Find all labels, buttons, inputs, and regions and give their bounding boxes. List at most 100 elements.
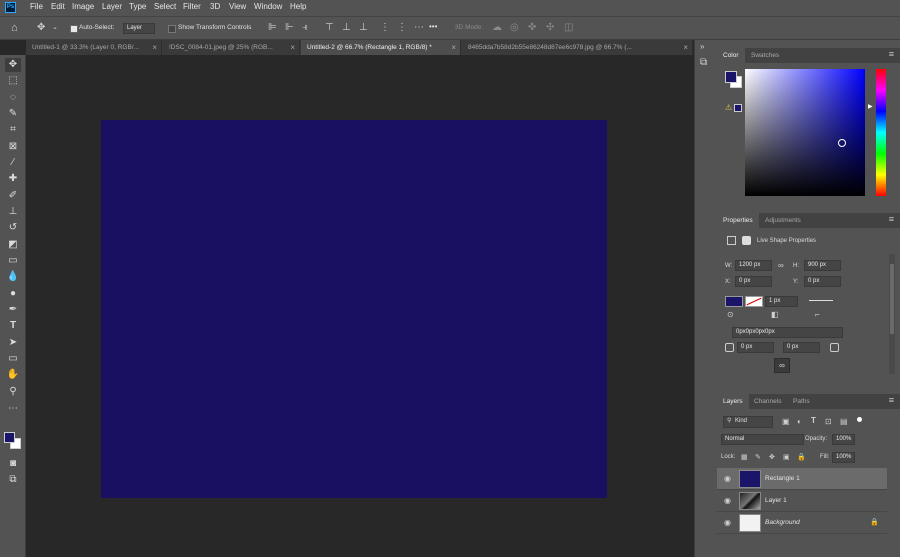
- auto-select-dropdown[interactable]: Layer: [123, 23, 155, 34]
- quick-select-tool-icon[interactable]: ✎: [5, 107, 21, 121]
- 3d-scale-icon[interactable]: ◫: [564, 23, 573, 33]
- lock-transparent-icon[interactable]: ▦: [741, 453, 748, 463]
- color-picker-ring[interactable]: [838, 139, 846, 147]
- filter-smart-icon[interactable]: ▤: [840, 417, 848, 427]
- panel-menu-icon[interactable]: ≡: [889, 395, 894, 405]
- y-field[interactable]: 0 px: [804, 276, 841, 287]
- gamut-warning-icon[interactable]: ⚠: [725, 103, 732, 112]
- more-tools-icon[interactable]: ⋯: [5, 402, 21, 416]
- healing-brush-icon[interactable]: ✚: [5, 172, 21, 186]
- history-brush-icon[interactable]: ↺: [5, 221, 21, 235]
- menu-3d[interactable]: 3D: [210, 2, 220, 11]
- lock-all-icon[interactable]: 🔒: [797, 453, 806, 463]
- zoom-tool-icon[interactable]: ⚲: [5, 385, 21, 399]
- frame-tool-icon[interactable]: ⊠: [5, 140, 21, 154]
- filter-pixel-icon[interactable]: ▣: [782, 417, 790, 427]
- lasso-tool-icon[interactable]: ◌: [5, 91, 21, 105]
- stroke-align-icon[interactable]: ⊙: [727, 310, 734, 320]
- distribute-vertical-icon[interactable]: ⋮: [397, 23, 407, 33]
- tab-paths[interactable]: Paths: [787, 394, 816, 409]
- tab-color[interactable]: Color: [717, 48, 745, 63]
- auto-select-checkbox[interactable]: [70, 25, 78, 33]
- align-middle-icon[interactable]: ⊥: [342, 23, 351, 33]
- panel-menu-icon[interactable]: ≡: [889, 49, 894, 59]
- eyedropper-tool-icon[interactable]: ⁄: [5, 156, 21, 170]
- tab-layers[interactable]: Layers: [717, 394, 749, 409]
- panel-menu-icon[interactable]: ≡: [889, 214, 894, 224]
- 3d-roll-icon[interactable]: ◎: [510, 23, 519, 33]
- lock-position-icon[interactable]: ✥: [769, 453, 775, 463]
- color-foreground-swatch[interactable]: [725, 71, 737, 83]
- hand-tool-icon[interactable]: ✋: [5, 368, 21, 382]
- height-field[interactable]: 900 px: [804, 260, 841, 271]
- close-icon[interactable]: ×: [451, 40, 456, 55]
- type-tool-icon[interactable]: T: [5, 319, 21, 333]
- blur-tool-icon[interactable]: 💧: [5, 270, 21, 284]
- color-field[interactable]: [745, 69, 865, 196]
- history-panel-icon[interactable]: ⧉: [700, 58, 707, 68]
- brush-tool-icon[interactable]: ✐: [5, 189, 21, 203]
- align-center-icon[interactable]: ⊩: [285, 23, 294, 33]
- scrollbar-thumb[interactable]: [890, 264, 894, 334]
- tab-untitled-1[interactable]: Untitled-1 @ 33.3% (Layer 0, RGB/... ×: [26, 40, 162, 55]
- fill-field[interactable]: 100%: [832, 452, 855, 463]
- stroke-type-dropdown[interactable]: [809, 300, 833, 301]
- websafe-swatch[interactable]: [734, 104, 742, 112]
- menu-select[interactable]: Select: [154, 2, 176, 11]
- align-right-icon[interactable]: ⫣: [302, 23, 308, 33]
- menu-window[interactable]: Window: [254, 2, 282, 11]
- visibility-eye-icon[interactable]: ◉: [724, 496, 731, 505]
- stroke-width-field[interactable]: 1 px: [765, 296, 798, 307]
- distribute-horizontal-icon[interactable]: ⋯: [414, 23, 424, 33]
- 3d-pan-icon[interactable]: ✜: [528, 23, 536, 33]
- menu-filter[interactable]: Filter: [183, 2, 201, 11]
- more-options-icon[interactable]: •••: [429, 22, 437, 31]
- radius-left-field[interactable]: 0 px: [737, 342, 774, 353]
- link-icon[interactable]: ∞: [778, 261, 784, 271]
- visibility-eye-icon[interactable]: ◉: [724, 518, 731, 527]
- gradient-tool-icon[interactable]: ▭: [5, 254, 21, 268]
- clone-stamp-icon[interactable]: ⊥: [5, 205, 21, 219]
- home-icon[interactable]: ⌂: [11, 23, 18, 34]
- 3d-slide-icon[interactable]: ✣: [546, 23, 554, 33]
- tab-untitled-2[interactable]: Untitled-2 @ 66.7% (Rectangle 1, RGB/8) …: [301, 40, 461, 55]
- tab-8465dda7[interactable]: 8465dda7b58d2b55e86248d87ee6c978.jpg @ 6…: [462, 40, 693, 55]
- pen-tool-icon[interactable]: ✒: [5, 303, 21, 317]
- properties-scrollbar[interactable]: [889, 254, 895, 374]
- menu-type[interactable]: Type: [129, 2, 146, 11]
- distribute-icon[interactable]: ⋮: [380, 23, 390, 33]
- link-radii-button[interactable]: ∞: [774, 358, 790, 373]
- align-bottom-icon[interactable]: ⊥: [359, 23, 368, 33]
- tab-swatches[interactable]: Swatches: [745, 48, 785, 63]
- stroke-caps-icon[interactable]: ◧: [771, 310, 779, 320]
- tab-dsc-0084[interactable]: !DSC_0084-01.jpeg @ 25% (RGB... ×: [163, 40, 300, 55]
- crop-tool-icon[interactable]: ⌗: [5, 123, 21, 137]
- tab-adjustments[interactable]: Adjustments: [759, 213, 807, 228]
- collapse-icon[interactable]: »: [700, 42, 704, 52]
- fill-swatch[interactable]: [725, 296, 743, 307]
- document-canvas[interactable]: [101, 120, 607, 498]
- visibility-eye-icon[interactable]: ◉: [724, 474, 731, 483]
- filter-type-icon[interactable]: T: [811, 416, 816, 426]
- align-top-icon[interactable]: ⊤: [325, 23, 334, 33]
- lock-pixels-icon[interactable]: ✎: [755, 453, 761, 463]
- tab-channels[interactable]: Channels: [748, 394, 787, 409]
- move-tool-icon[interactable]: ✥: [37, 23, 45, 33]
- layer-row-layer-1[interactable]: ◉ Layer 1: [717, 490, 887, 512]
- rectangle-tool-icon[interactable]: ▭: [5, 352, 21, 366]
- filter-toggle-icon[interactable]: [857, 417, 862, 422]
- close-icon[interactable]: ×: [683, 40, 688, 55]
- close-icon[interactable]: ×: [152, 40, 157, 55]
- lock-artboard-icon[interactable]: ▣: [783, 453, 790, 463]
- opacity-field[interactable]: 100%: [832, 434, 855, 445]
- menu-image[interactable]: Image: [72, 2, 94, 11]
- align-left-icon[interactable]: ⊫: [268, 23, 277, 33]
- 3d-orbit-icon[interactable]: ☁: [492, 23, 502, 33]
- menu-file[interactable]: File: [30, 2, 43, 11]
- marquee-tool-icon[interactable]: ⬚: [5, 74, 21, 88]
- chevron-down-icon[interactable]: ⌄: [52, 23, 58, 33]
- radius-right-field[interactable]: 0 px: [783, 342, 820, 353]
- menu-view[interactable]: View: [229, 2, 246, 11]
- tab-properties[interactable]: Properties: [717, 213, 759, 228]
- foreground-color-swatch[interactable]: [4, 432, 15, 443]
